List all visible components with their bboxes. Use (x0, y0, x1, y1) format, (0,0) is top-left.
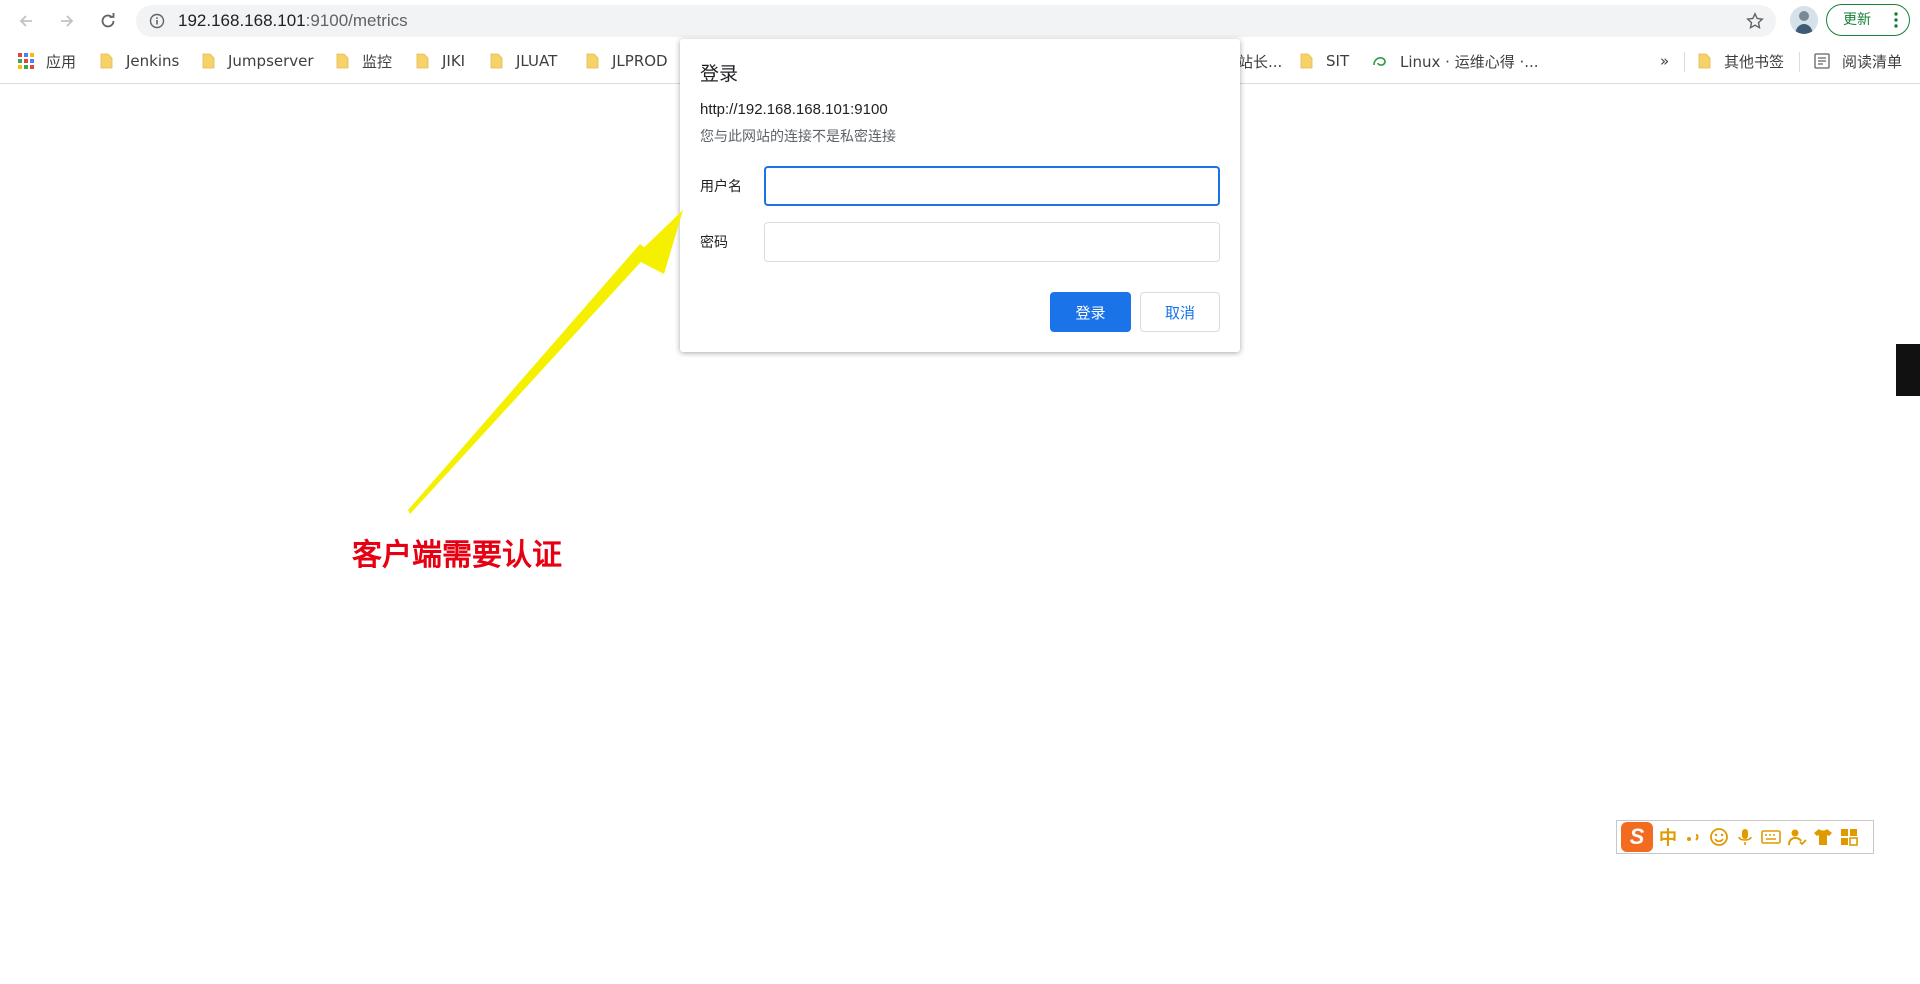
skin-shirt-icon[interactable] (1813, 827, 1833, 847)
bookmark-jumpserver[interactable]: Jumpserver (202, 48, 314, 74)
folder-icon (416, 53, 429, 69)
bookmark-label: Linux · 运维心得 ·... (1400, 52, 1539, 71)
site-favicon-icon (1373, 57, 1386, 66)
ime-toolbar: S 中 (1616, 820, 1874, 854)
bookmark-label: 站长... (1238, 52, 1283, 71)
password-label: 密码 (700, 235, 728, 251)
bookmark-label: SIT (1326, 52, 1350, 70)
bookmark-label: JLPROD (612, 52, 668, 70)
back-button[interactable] (12, 7, 40, 35)
login-button[interactable]: 登录 (1050, 292, 1131, 332)
folder-icon (1698, 53, 1711, 69)
avatar-image-icon (1790, 6, 1818, 34)
folder-icon (490, 53, 503, 69)
folder-icon (100, 53, 113, 69)
folder-icon (336, 53, 349, 69)
profile-avatar[interactable] (1790, 6, 1818, 34)
bookmark-sit[interactable]: SIT (1300, 48, 1349, 74)
bookmark-webmaster[interactable]: 站长... (1238, 48, 1282, 74)
reload-button[interactable] (94, 7, 122, 35)
bookmark-jlprod[interactable]: JLPROD (586, 48, 668, 74)
folder-icon (1300, 53, 1313, 69)
bookmarks-more-button[interactable]: » (1660, 48, 1669, 74)
apps-grid-icon (18, 53, 34, 69)
update-label: 更新 (1843, 12, 1871, 28)
keyboard-icon[interactable] (1761, 827, 1781, 847)
bookmark-linux[interactable]: Linux · 运维心得 ·... (1372, 48, 1539, 74)
bookmark-other[interactable]: 其他书签 (1698, 48, 1784, 74)
annotation-text: 客户端需要认证 (352, 538, 562, 573)
bookmark-label: JIKI (442, 52, 466, 70)
password-input[interactable] (764, 222, 1220, 262)
punctuation-icon[interactable] (1683, 827, 1703, 847)
dialog-origin: http://192.168.168.101:9100 (700, 101, 888, 118)
bookmark-label: Jenkins (126, 52, 180, 70)
bookmarks-separator (1684, 52, 1685, 72)
toolbox-grid-icon[interactable] (1839, 827, 1859, 847)
info-icon[interactable] (149, 13, 165, 29)
reload-icon (101, 13, 115, 28)
microphone-icon[interactable] (1735, 827, 1755, 847)
menu-dots-icon (1894, 12, 1898, 28)
annotation-arrow (408, 210, 683, 514)
url-text[interactable]: 192.168.168.101:9100/metrics (178, 11, 408, 31)
reading-list-label: 阅读清单 (1842, 52, 1903, 71)
bookmark-label: Jumpserver (228, 52, 314, 70)
username-input[interactable] (764, 166, 1220, 206)
bookmark-jiki[interactable]: JIKI (416, 48, 465, 74)
side-widget[interactable] (1896, 344, 1920, 396)
user-icon[interactable] (1787, 827, 1807, 847)
bookmark-jenkins[interactable]: Jenkins (100, 48, 179, 74)
login-dialog: 登录 http://192.168.168.101:9100 您与此网站的连接不… (680, 39, 1240, 352)
forward-button[interactable] (53, 7, 81, 35)
cancel-button[interactable]: 取消 (1140, 292, 1220, 332)
forward-arrow-icon (61, 15, 74, 27)
username-label: 用户名 (700, 179, 742, 195)
reading-list-button[interactable]: 阅读清单 (1814, 48, 1902, 74)
more-chevron: » (1660, 52, 1670, 70)
ime-logo[interactable]: S (1621, 822, 1653, 852)
bookmark-label: 监控 (362, 52, 393, 71)
reading-list-icon (1814, 53, 1830, 69)
ime-mode-toggle[interactable]: 中 (1659, 824, 1677, 850)
browser-toolbar: 192.168.168.101:9100/metrics 更新 (0, 0, 1920, 41)
back-arrow-icon (19, 15, 32, 27)
bookmarks-separator (1799, 52, 1800, 72)
folder-icon (202, 53, 215, 69)
bookmark-apps[interactable]: 应用 (18, 48, 76, 74)
bookmark-label: 应用 (46, 52, 77, 71)
bookmark-monitor[interactable]: 监控 (336, 48, 392, 74)
emoji-icon[interactable] (1709, 827, 1729, 847)
dialog-title: 登录 (700, 63, 739, 85)
update-button[interactable]: 更新 (1826, 4, 1910, 36)
bookmark-label: JLUAT (516, 52, 558, 70)
connection-warning: 您与此网站的连接不是私密连接 (700, 129, 896, 145)
bookmark-jluat[interactable]: JLUAT (490, 48, 557, 74)
bookmark-label: 其他书签 (1724, 52, 1785, 71)
url-path: :9100/metrics (305, 11, 408, 30)
url-host: 192.168.168.101 (178, 11, 306, 30)
bookmark-star-icon[interactable] (1746, 12, 1764, 30)
address-bar[interactable]: 192.168.168.101:9100/metrics (136, 5, 1776, 37)
folder-icon (586, 53, 599, 69)
